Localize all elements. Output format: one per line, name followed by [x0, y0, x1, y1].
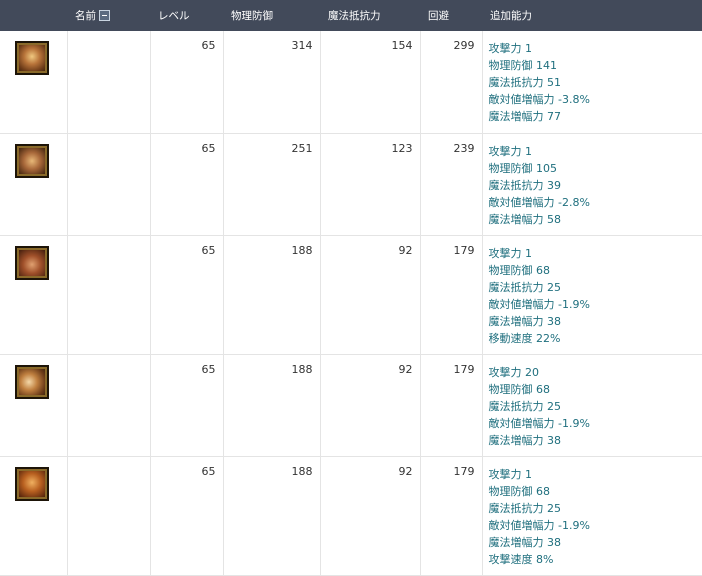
bonus-line: 攻撃力 1	[488, 42, 533, 55]
bonus-line: 魔法抵抗力 25	[488, 280, 562, 294]
item-name[interactable]	[67, 31, 151, 134]
armor-icon[interactable]	[15, 143, 49, 178]
bonus-line: 魔法抵抗力 51	[488, 76, 562, 89]
physical-defense-cell: 314	[223, 31, 321, 134]
table-row: 65 251 123 239 攻撃力 1 物理防御 105 魔法抵抗力 39 敵…	[0, 133, 702, 236]
icon-cell	[0, 354, 68, 457]
evasion-cell: 179	[420, 456, 483, 576]
bonus-line: 物理防御 105	[488, 161, 558, 175]
table-row: 65 188 92 179 攻撃力 1 物理防御 68 魔法抵抗力 25 敵対値…	[0, 235, 702, 355]
item-name[interactable]	[67, 133, 151, 236]
bonus-line: 敵対値増幅力 -1.9%	[488, 518, 590, 532]
magic-resistance-cell: 92	[320, 354, 421, 457]
armor-icon[interactable]	[15, 245, 49, 280]
header-physical-defense[interactable]: 物理防御	[223, 0, 320, 31]
level-cell: 65	[150, 456, 224, 576]
level-cell: 65	[150, 31, 224, 134]
bonus-cell: 攻撃力 1 物理防御 68 魔法抵抗力 25 敵対値増幅力 -1.9% 魔法増幅…	[482, 235, 702, 355]
bonus-line: 移動速度 22%	[488, 331, 561, 345]
bonus-line: 攻撃力 1	[488, 144, 533, 158]
bonus-line: 魔法抵抗力 25	[488, 501, 562, 515]
evasion-cell: 239	[420, 133, 483, 236]
armor-icon[interactable]	[15, 41, 49, 75]
bonus-line: 魔法増幅力 58	[488, 212, 562, 226]
bonus-line: 物理防御 68	[488, 484, 551, 498]
physical-defense-cell: 188	[223, 235, 321, 355]
bonus-line: 攻撃速度 8%	[488, 552, 554, 566]
item-name[interactable]	[67, 354, 151, 457]
header-name-label: 名前	[75, 10, 96, 22]
armor-icon[interactable]	[15, 364, 49, 399]
icon-cell	[0, 456, 68, 576]
bonus-line: 敵対値増幅力 -2.8%	[488, 195, 590, 209]
bonus-line: 攻撃力 1	[488, 246, 533, 260]
level-cell: 65	[150, 133, 224, 236]
bonus-line: 魔法抵抗力 25	[488, 399, 562, 413]
bonus-line: 敵対値増幅力 -1.9%	[488, 297, 590, 311]
icon-cell	[0, 235, 68, 355]
magic-resistance-cell: 92	[320, 456, 421, 576]
table-row: 65 188 92 179 攻撃力 1 物理防御 68 魔法抵抗力 25 敵対値…	[0, 456, 702, 576]
armor-icon[interactable]	[15, 466, 49, 501]
physical-defense-cell: 188	[223, 456, 321, 576]
physical-defense-cell: 251	[223, 133, 321, 236]
table-row: 65 314 154 299 攻撃力 1 物理防御 141 魔法抵抗力 51 敵…	[0, 31, 702, 134]
evasion-cell: 179	[420, 354, 483, 457]
equipment-table: 名前 レベル 物理防御 魔法抵抗力 回避 追加能力 65 314 154 299…	[0, 0, 702, 576]
bonus-line: 魔法抵抗力 39	[488, 178, 562, 192]
header-bonus: 追加能力	[482, 0, 702, 31]
bonus-line: 敵対値増幅力 -1.9%	[488, 416, 590, 430]
bonus-line: 敵対値増幅力 -3.8%	[488, 93, 590, 106]
header-evasion[interactable]: 回避	[420, 0, 482, 31]
item-name[interactable]	[67, 456, 151, 576]
level-cell: 65	[150, 354, 224, 457]
icon-cell	[0, 31, 68, 134]
item-name[interactable]	[67, 235, 151, 355]
bonus-line: 魔法増幅力 38	[488, 433, 562, 447]
bonus-cell: 攻撃力 1 物理防御 68 魔法抵抗力 25 敵対値増幅力 -1.9% 魔法増幅…	[482, 456, 702, 576]
bonus-line: 物理防御 68	[488, 263, 551, 277]
magic-resistance-cell: 123	[320, 133, 421, 236]
header-level[interactable]: レベル	[150, 0, 223, 31]
level-cell: 65	[150, 235, 224, 355]
header-name: 名前	[67, 0, 150, 31]
bonus-cell: 攻撃力 1 物理防御 141 魔法抵抗力 51 敵対値増幅力 -3.8% 魔法増…	[482, 31, 702, 134]
bonus-line: 魔法増幅力 77	[488, 110, 562, 123]
bonus-line: 魔法増幅力 38	[488, 314, 562, 328]
minus-box-icon[interactable]	[99, 10, 110, 21]
bonus-cell: 攻撃力 20 物理防御 68 魔法抵抗力 25 敵対値増幅力 -1.9% 魔法増…	[482, 354, 702, 457]
bonus-line: 攻撃力 1	[488, 467, 533, 481]
icon-cell	[0, 133, 68, 236]
bonus-line: 物理防御 141	[488, 59, 558, 72]
bonus-line: 魔法増幅力 38	[488, 535, 562, 549]
physical-defense-cell: 188	[223, 354, 321, 457]
magic-resistance-cell: 154	[320, 31, 421, 134]
magic-resistance-cell: 92	[320, 235, 421, 355]
bonus-line: 攻撃力 20	[488, 365, 540, 379]
evasion-cell: 179	[420, 235, 483, 355]
table-header-row: 名前 レベル 物理防御 魔法抵抗力 回避 追加能力	[0, 0, 702, 31]
header-magic-resistance[interactable]: 魔法抵抗力	[320, 0, 420, 31]
evasion-cell: 299	[420, 31, 483, 134]
table-row: 65 188 92 179 攻撃力 20 物理防御 68 魔法抵抗力 25 敵対…	[0, 354, 702, 457]
bonus-cell: 攻撃力 1 物理防御 105 魔法抵抗力 39 敵対値増幅力 -2.8% 魔法増…	[482, 133, 702, 236]
header-icon-col	[0, 0, 67, 31]
bonus-line: 物理防御 68	[488, 382, 551, 396]
